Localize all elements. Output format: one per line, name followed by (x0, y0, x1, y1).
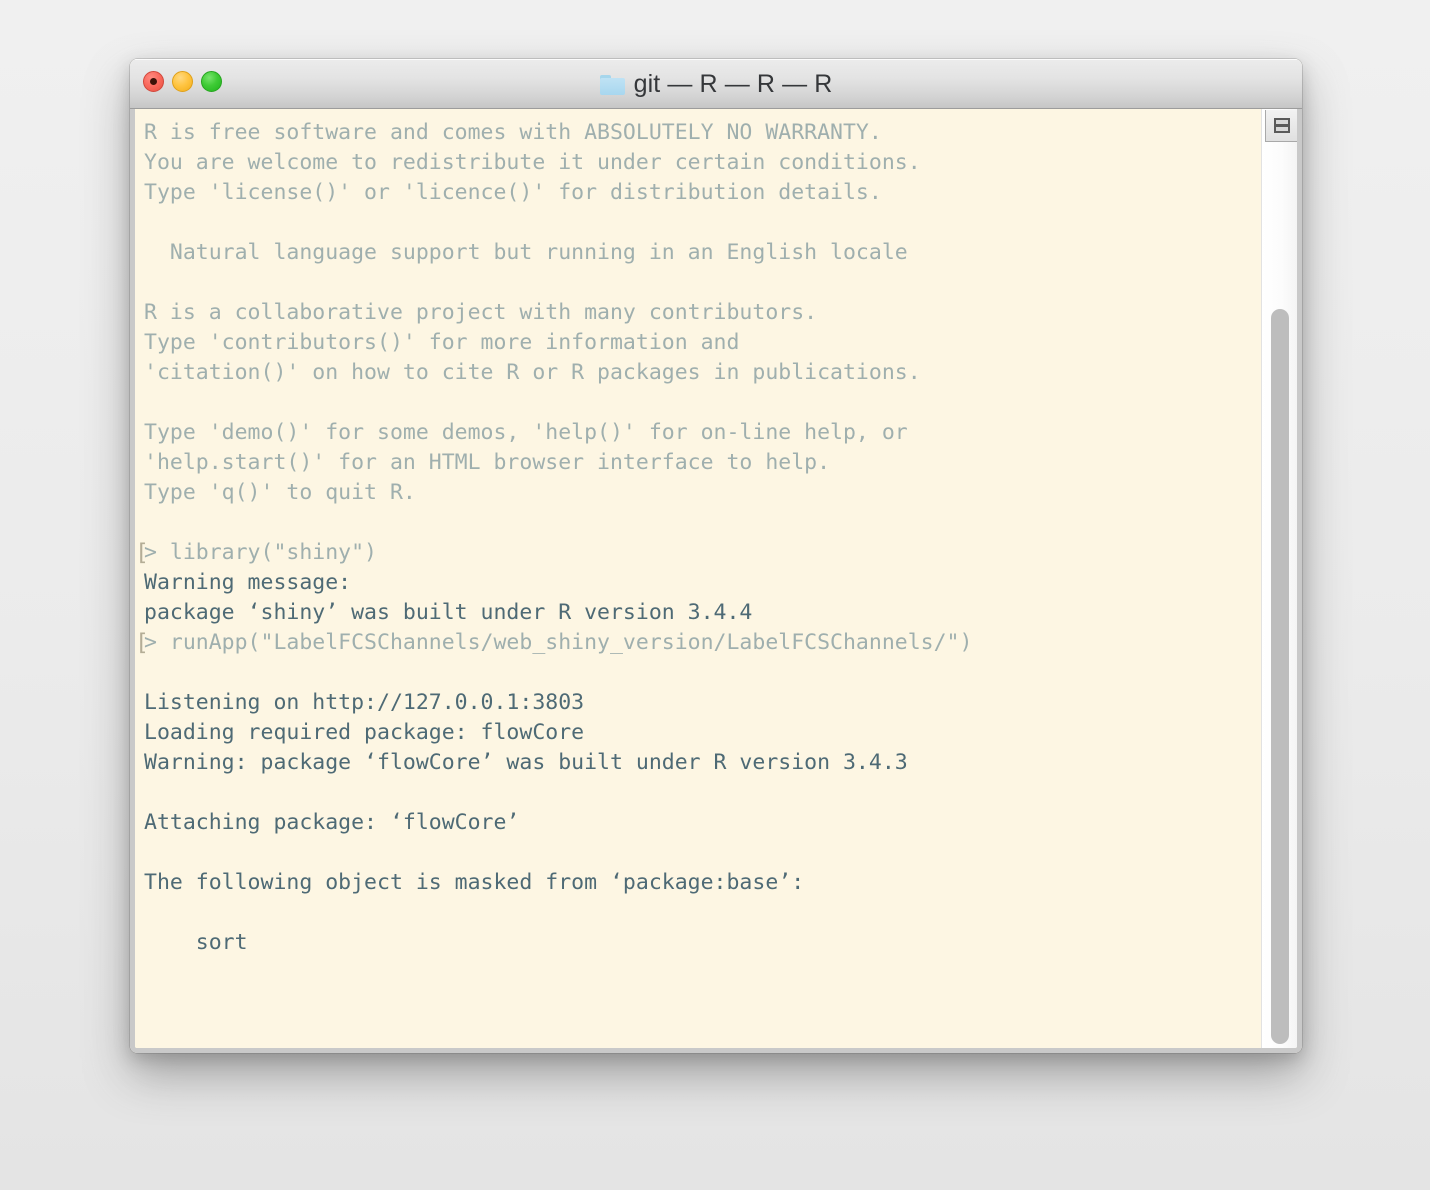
terminal-output-line: R is free software and comes with ABSOLU… (144, 120, 882, 145)
vertical-scrollbar[interactable] (1261, 109, 1297, 1048)
terminal-output-line: Natural language support but running in … (144, 240, 908, 265)
terminal-output-line: Warning: package ‘flowCore’ was built un… (144, 750, 908, 775)
terminal-output-area[interactable]: R is free software and comes with ABSOLU… (135, 109, 1261, 1048)
terminal-output-line: Type 'license()' or 'licence()' for dist… (144, 180, 882, 205)
terminal-window: git — R — R — R R is free software and c… (130, 59, 1302, 1053)
minimize-button[interactable] (172, 71, 193, 92)
terminal-output-line: 'help.start()' for an HTML browser inter… (144, 450, 831, 475)
window-title-bar[interactable]: git — R — R — R (130, 59, 1302, 109)
terminal-output-line: Attaching package: ‘flowCore’ (144, 810, 520, 835)
window-title: git — R — R — R (633, 69, 833, 98)
terminal-output-line: Warning message: (144, 570, 352, 595)
split-pane-glyph (1273, 118, 1290, 133)
desktop-background: git — R — R — R R is free software and c… (0, 0, 1430, 1190)
terminal-output-line: You are welcome to redistribute it under… (144, 150, 921, 175)
terminal-text: R is free software and comes with ABSOLU… (135, 118, 1261, 958)
terminal-output-line: 'citation()' on how to cite R or R packa… (144, 360, 921, 385)
terminal-output-line: Loading required package: flowCore (144, 720, 585, 745)
terminal-output-line: Type 'contributors()' for more informati… (144, 330, 740, 355)
terminal-output-line: Type 'q()' to quit R. (144, 480, 416, 505)
close-button[interactable] (143, 71, 164, 92)
terminal-output-line: Listening on http://127.0.0.1:3803 (144, 690, 585, 715)
title-center-group: git — R — R — R (130, 59, 1302, 108)
split-pane-icon[interactable] (1265, 110, 1297, 142)
terminal-command-line: > library("shiny") (135, 538, 1261, 568)
scrollbar-thumb[interactable] (1271, 309, 1289, 1044)
window-controls (143, 71, 222, 92)
terminal-output-line: sort (144, 930, 248, 955)
terminal-output-line: package ‘shiny’ was built under R versio… (144, 600, 753, 625)
terminal-command-line: > runApp("LabelFCSChannels/web_shiny_ver… (135, 628, 1261, 658)
terminal-output-line: Type 'demo()' for some demos, 'help()' f… (144, 420, 908, 445)
terminal-content-frame: R is free software and comes with ABSOLU… (130, 109, 1302, 1053)
terminal-output-line: The following object is masked from ‘pac… (144, 870, 805, 895)
terminal-output-line: R is a collaborative project with many c… (144, 300, 818, 325)
folder-icon (599, 74, 625, 95)
zoom-button[interactable] (201, 71, 222, 92)
